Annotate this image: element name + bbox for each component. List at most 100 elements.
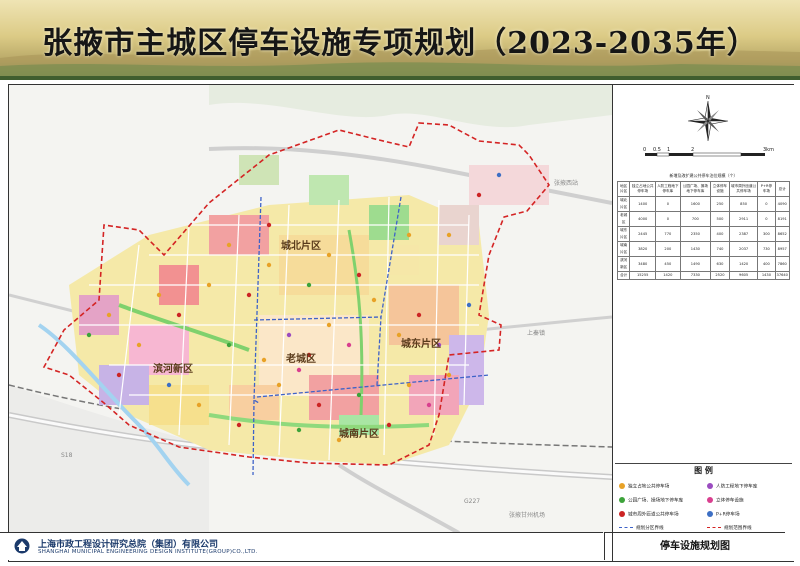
place-label-airport: 张掖甘州机场 bbox=[509, 511, 545, 519]
legend-swatch bbox=[619, 497, 625, 503]
table-cell: 740 bbox=[710, 241, 730, 257]
legend-swatch bbox=[707, 511, 713, 517]
table-cell: 37640 bbox=[774, 271, 790, 280]
table-cell: 300 bbox=[757, 226, 776, 242]
north-label: N bbox=[706, 95, 710, 101]
legend-item-civil-defense: 人防工程地下停车库 bbox=[707, 483, 757, 490]
table-header: 公园广场、操场地下停车库 bbox=[679, 181, 712, 197]
capacity-table: 地区片区 独立占地公共停车场 人防工程地下停车库 公园广场、操场地下停车库 立体… bbox=[616, 181, 790, 280]
table-cell: 2520 bbox=[710, 271, 730, 280]
table-cell: 7330 bbox=[679, 271, 712, 280]
table-cell: 0 bbox=[757, 196, 776, 212]
table-cell: 城东片区 bbox=[616, 226, 631, 242]
map-frame: 城北片区 城东片区 老城区 城南片区 滨河新区 上秦镇 张掖西站 张掖甘州机场 … bbox=[8, 84, 794, 562]
scale-bar: 0 0.5 1 2 3km bbox=[643, 147, 774, 157]
table-cell: 2350 bbox=[679, 226, 712, 242]
table-cell: 4000 bbox=[629, 211, 657, 227]
table-row: 滨河新区 3480 450 1490 630 1420 400 7860 bbox=[616, 256, 790, 272]
table-cell: 700 bbox=[679, 211, 712, 227]
district-label-north: 城北片区 bbox=[281, 239, 321, 252]
district-label-old: 老城区 bbox=[285, 352, 316, 365]
planning-map: 城北片区 城东片区 老城区 城南片区 滨河新区 上秦镇 张掖西站 张掖甘州机场 … bbox=[9, 85, 612, 533]
table-cell: 2445 bbox=[629, 226, 657, 242]
table-header: 独立占地公共停车场 bbox=[629, 181, 657, 197]
table-cell: 1400 bbox=[629, 196, 657, 212]
table-cell: 3480 bbox=[629, 256, 657, 272]
table-cell: 1490 bbox=[679, 256, 712, 272]
footer: 上海市政工程设计研究总院（集团）有限公司 SHANGHAI MUNICIPAL … bbox=[0, 532, 603, 560]
table-row: 城南片区 3820 200 1430 740 2037 730 8957 bbox=[616, 241, 790, 257]
table-cell: 城南片区 bbox=[616, 241, 631, 257]
table-header: 总计 bbox=[774, 181, 790, 197]
road-label-g227: G227 bbox=[464, 498, 480, 505]
table-row: 合计 15255 1420 7330 2520 9605 1430 37640 bbox=[616, 271, 790, 280]
table-cell: 4090 bbox=[774, 196, 790, 212]
table-title: 新增及改扩建公共停车泊位规模（个） bbox=[669, 173, 738, 178]
map-title: 停车设施规划图 bbox=[604, 532, 785, 560]
district-label-binhe: 滨河新区 bbox=[153, 362, 193, 375]
table-cell: 450 bbox=[655, 256, 681, 272]
place-label-station: 张掖西站 bbox=[554, 179, 578, 187]
table-cell: 0 bbox=[655, 211, 681, 227]
table-cell: 1600 bbox=[679, 196, 712, 212]
district-label-south: 城南片区 bbox=[339, 427, 379, 440]
legend-line-red bbox=[707, 527, 721, 528]
table-cell: 9605 bbox=[728, 271, 759, 280]
table-cell: 850 bbox=[728, 196, 759, 212]
company-logo-icon bbox=[14, 538, 30, 554]
table-cell: 0 bbox=[655, 196, 681, 212]
scale-tick-2: 1 bbox=[667, 147, 670, 153]
table-header-row: 地区片区 独立占地公共停车场 人防工程地下停车库 公园广场、操场地下停车库 立体… bbox=[616, 181, 790, 197]
table-cell: 500 bbox=[710, 211, 730, 227]
table-cell: 1430 bbox=[757, 271, 776, 280]
legend-item-district-boundary: 规划分区界线 bbox=[619, 525, 664, 531]
table-cell: 1430 bbox=[679, 241, 712, 257]
district-label-east: 城东片区 bbox=[401, 337, 441, 350]
table-cell: 8652 bbox=[774, 226, 790, 242]
table-cell: 730 bbox=[757, 241, 776, 257]
legend-line-blue bbox=[619, 527, 633, 528]
table-cell: 2037 bbox=[728, 241, 759, 257]
table-header: 城市周外匝道公共停车场 bbox=[728, 181, 759, 197]
scale-tick-0: 0 bbox=[643, 147, 646, 153]
table-cell: 1420 bbox=[728, 256, 759, 272]
table-cell: 老城区 bbox=[616, 211, 631, 227]
table-cell: 200 bbox=[655, 241, 681, 257]
table-cell: 滨河新区 bbox=[616, 256, 631, 272]
table-cell: 城北片区 bbox=[616, 196, 631, 212]
company-name-en: SHANGHAI MUNICIPAL ENGINEERING DESIGN IN… bbox=[38, 549, 258, 555]
legend-swatch bbox=[707, 483, 713, 489]
table-header: 立体停车设施 bbox=[710, 181, 730, 197]
legend-item-independent-lot: 独立占地公共停车场 bbox=[619, 483, 669, 490]
table-cell: 2911 bbox=[728, 211, 759, 227]
table-row: 城北片区 1400 0 1600 250 850 0 4090 bbox=[616, 196, 790, 212]
legend-swatch bbox=[707, 497, 713, 503]
table-cell: 1420 bbox=[655, 271, 681, 280]
legend-item-park-and-ride: P+R停车场 bbox=[707, 511, 740, 518]
title-banner: 张掖市主城区停车设施专项规划（2023-2035年） bbox=[0, 0, 800, 80]
legend-divider bbox=[615, 463, 792, 464]
legend-item-park-underground: 公园广场、操场地下停车库 bbox=[619, 497, 683, 504]
table-cell: 400 bbox=[710, 226, 730, 242]
road-label-s18: S18 bbox=[61, 452, 73, 459]
legend-item-multistory: 立体停车设施 bbox=[707, 497, 744, 504]
legend-item-range-boundary: 规划范围界线 bbox=[707, 525, 752, 531]
place-label-shangqin: 上秦镇 bbox=[527, 329, 545, 337]
table-cell: 8957 bbox=[774, 241, 790, 257]
table-cell: 770 bbox=[655, 226, 681, 242]
table-header: 人防工程地下停车库 bbox=[655, 181, 681, 197]
table-header: 地区片区 bbox=[616, 181, 631, 197]
table-cell: 合计 bbox=[616, 271, 631, 280]
compass-icon: N bbox=[687, 95, 729, 142]
table-cell: 8191 bbox=[774, 211, 790, 227]
legend-swatch bbox=[619, 511, 625, 517]
legend-item-ramp-lot: 城市周外匝道公共停车场 bbox=[619, 511, 679, 518]
table-row: 老城区 4000 0 700 500 2911 0 8191 bbox=[616, 211, 790, 227]
legend-title: 图 例 bbox=[694, 466, 713, 475]
compass-and-scale: N 0 0.5 1 2 3km bbox=[643, 95, 774, 157]
table-cell: 250 bbox=[710, 196, 730, 212]
page-title: 张掖市主城区停车设施专项规划（2023-2035年） bbox=[42, 26, 758, 61]
table-cell: 400 bbox=[757, 256, 776, 272]
table-cell: 630 bbox=[710, 256, 730, 272]
table-cell: 2387 bbox=[728, 226, 759, 242]
